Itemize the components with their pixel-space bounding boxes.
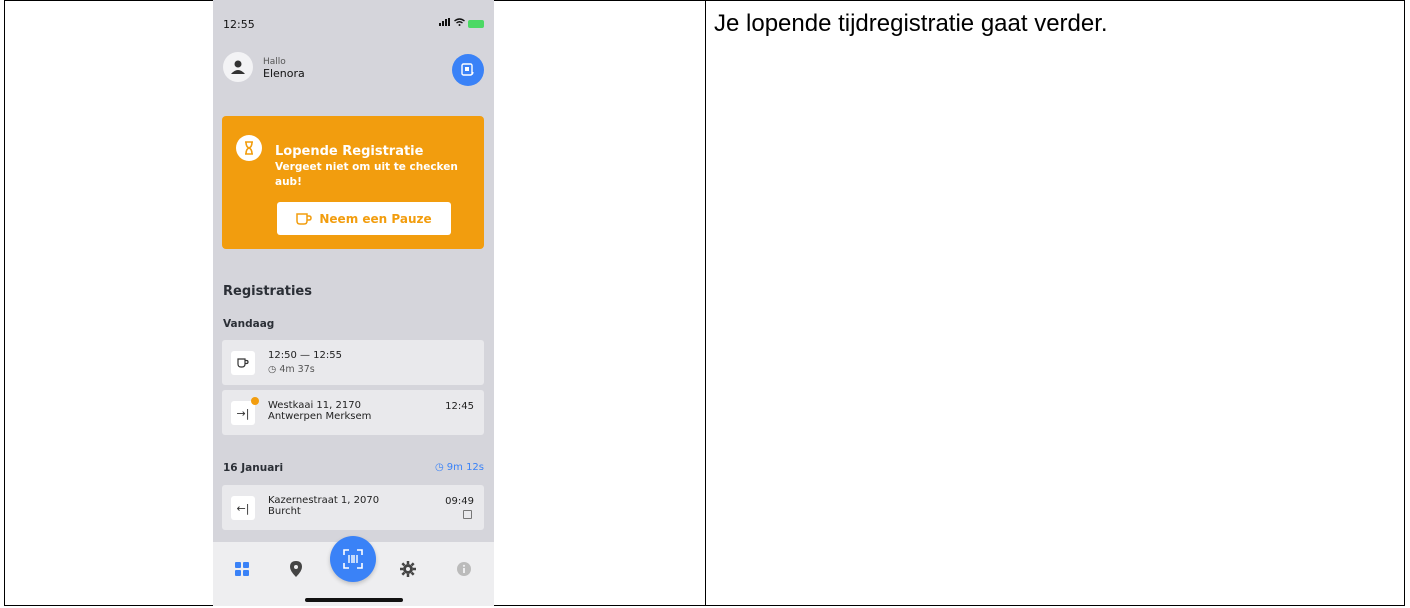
checkin-time: 12:45 — [445, 401, 474, 412]
day-total-value: 9m 12s — [446, 462, 484, 473]
scan-button[interactable] — [330, 536, 376, 582]
wifi-icon — [454, 18, 465, 29]
tab-dashboard[interactable] — [233, 560, 251, 578]
pause-duration-value: 4m 37s — [279, 364, 315, 375]
check-in-icon: →| — [231, 401, 255, 425]
greeting-text: Hallo — [263, 57, 286, 67]
pause-duration: ◷ 4m 37s — [268, 364, 315, 375]
checkin-city: Antwerpen Merksem — [268, 411, 372, 422]
gear-icon — [400, 561, 416, 577]
card-subtitle: Vergeet niet om uit te checken aub! — [275, 161, 458, 188]
signal-icon — [439, 18, 451, 29]
tab-settings[interactable] — [399, 560, 417, 578]
info-icon — [457, 562, 471, 576]
day-total: ◷ 9m 12s — [435, 462, 484, 473]
status-icons — [439, 18, 484, 29]
status-time: 12:55 — [223, 18, 255, 31]
map-pin-icon — [290, 561, 302, 577]
barcode-scan-icon — [343, 549, 363, 569]
battery-icon — [468, 19, 484, 28]
status-dot — [251, 397, 259, 405]
day-label-today: Vandaag — [223, 318, 275, 330]
clock-icon: ◷ — [435, 462, 444, 473]
coffee-cup-icon — [231, 351, 255, 375]
registration-row-checkout[interactable]: ←| Kazernestraat 1, 2070 Burcht 09:49 — [222, 485, 484, 530]
home-indicator — [305, 598, 403, 602]
clock-icon: ◷ — [268, 364, 277, 375]
day-label-16-januari: 16 Januari — [223, 462, 284, 474]
user-icon — [231, 60, 245, 74]
tab-info[interactable] — [455, 560, 473, 578]
hourglass-icon — [236, 135, 262, 161]
card-title: Lopende Registratie — [275, 144, 424, 159]
coffee-cup-icon — [296, 212, 313, 225]
user-name: Elenora — [263, 67, 305, 80]
checkout-street: Kazernestraat 1, 2070 — [268, 495, 380, 506]
registration-row-checkin[interactable]: →| Westkaai 11, 2170 Antwerpen Merksem 1… — [222, 390, 484, 435]
table-divider — [705, 0, 706, 606]
grid-icon — [235, 562, 249, 576]
registrations-title: Registraties — [223, 284, 312, 299]
checkin-address: Westkaai 11, 2170 Antwerpen Merksem — [268, 400, 371, 422]
checkout-address: Kazernestraat 1, 2070 Burcht — [268, 495, 379, 517]
registration-row-pause[interactable]: 12:50 — 12:55 ◷ 4m 37s — [222, 340, 484, 385]
checkout-time: 09:49 — [445, 496, 474, 507]
take-break-button[interactable]: Neem een Pauze — [277, 202, 451, 235]
caption-text: Je lopende tijdregistratie gaat verder. — [714, 10, 1108, 37]
pause-time-range: 12:50 — 12:55 — [268, 350, 342, 361]
checkin-street: Westkaai 11, 2170 — [268, 400, 361, 411]
phone-screenshot: 12:55 Hallo Elenora Lopende Registratie … — [213, 0, 494, 606]
qr-icon — [463, 510, 472, 519]
check-out-icon: ←| — [231, 496, 255, 520]
nfc-button[interactable] — [452, 54, 484, 86]
checkout-city: Burcht — [268, 506, 301, 517]
running-registration-card: Lopende Registratie Vergeet niet om uit … — [222, 116, 484, 249]
bottom-tab-bar — [213, 536, 494, 606]
avatar[interactable] — [223, 52, 253, 82]
tab-locations[interactable] — [287, 560, 305, 578]
nfc-icon — [461, 63, 474, 76]
take-break-label: Neem een Pauze — [319, 211, 432, 226]
